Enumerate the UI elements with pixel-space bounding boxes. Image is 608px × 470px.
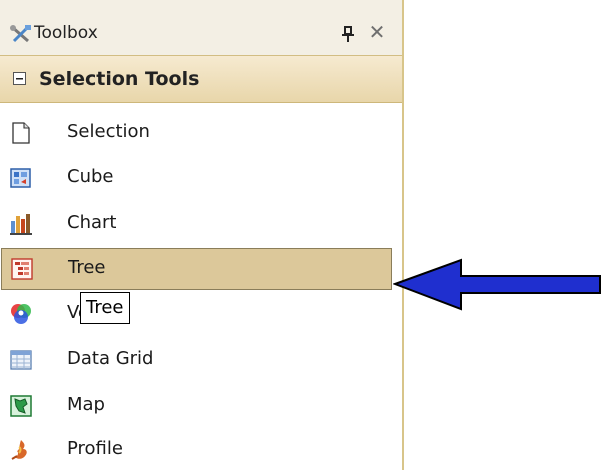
data-grid-icon [10,350,32,370]
arrow-pointer-icon [393,258,601,311]
selection-page-icon [12,122,30,144]
pin-icon[interactable] [341,26,355,42]
toolbox-item-tree[interactable]: Tree [1,248,392,290]
toolbox-item-selection[interactable]: Selection [0,111,398,153]
toolbox-item-map[interactable]: Map [0,384,398,426]
tooltip: Tree [80,292,130,324]
toolbox-item-venn[interactable]: Venn [0,292,398,334]
section-header-selection-tools[interactable]: Selection Tools [0,55,402,103]
close-icon[interactable]: ✕ [367,22,387,42]
item-label: Chart [67,212,117,233]
item-label: Map [67,394,105,415]
tools-icon [10,25,31,43]
collapse-minus-icon[interactable] [13,72,26,85]
tree-icon [11,258,33,280]
toolbox-item-chart[interactable]: Chart [0,202,398,244]
cube-icon [10,168,31,188]
chart-icon [10,214,32,235]
toolbox-item-data-grid[interactable]: Data Grid [0,338,398,380]
item-label: Cube [67,166,114,187]
item-label: Selection [67,121,150,142]
profile-icon [11,440,27,460]
item-label: Tree [68,257,106,278]
toolbox-item-profile[interactable]: Profile [0,428,398,470]
toolbox-title: Toolbox [34,23,98,43]
toolbox-panel: Toolbox ✕ Selection Tools Selection Cube… [0,0,404,470]
section-title: Selection Tools [39,68,200,90]
toolbox-title-bar: Toolbox ✕ [0,0,402,55]
toolbox-item-cube[interactable]: Cube [0,156,398,198]
map-icon [10,395,32,417]
venn-icon [11,304,31,324]
item-label: Profile [67,438,123,459]
item-label: Data Grid [67,348,154,369]
